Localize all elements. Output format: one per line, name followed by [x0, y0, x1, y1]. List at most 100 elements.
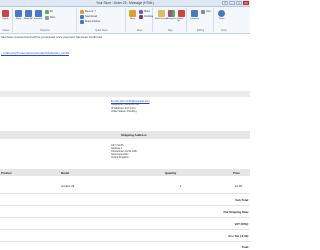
more-label: More: [50, 17, 56, 19]
reply-delete-icon: [80, 20, 84, 24]
minimize-button[interactable]: –: [229, 1, 235, 5]
categorize-icon: [167, 10, 175, 17]
divider: [0, 229, 250, 230]
window-controls: ? – □ ×: [222, 1, 249, 5]
ribbon-group-quick-steps: Move to: ? Team Email Reply & Delete Qui…: [78, 8, 126, 32]
group-label-zoom: Zoom: [221, 30, 227, 32]
ribbon-group-delete: Delete Delete: [0, 8, 13, 32]
zoom-icon: [218, 10, 225, 17]
search-icon: [201, 10, 205, 14]
header-model: Model: [61, 171, 70, 175]
message-text: has been received and will be processed …: [1, 35, 103, 39]
im-label: IM: [50, 11, 53, 13]
forward-button[interactable]: Forward: [34, 10, 42, 20]
reply-button[interactable]: Reply: [15, 10, 22, 20]
table-row: product 29 1 £1.00: [0, 183, 250, 190]
translate-button[interactable]: Translate: [190, 10, 199, 20]
rules-label: Rules: [144, 11, 150, 13]
reply-icon: [15, 10, 22, 17]
vat-label: VAT (20%):: [234, 222, 249, 226]
onenote-button[interactable]: OneNote: [139, 15, 153, 19]
move-to-label: Move to: ?: [85, 11, 96, 13]
onenote-icon: [139, 15, 143, 19]
close-button[interactable]: ×: [243, 1, 249, 5]
follow-up-label: Follow Up: [177, 18, 184, 22]
reply-all-button[interactable]: Reply All: [24, 10, 33, 20]
rules-button[interactable]: Rules: [139, 10, 150, 14]
divider: [0, 217, 250, 218]
group-label-delete: Delete: [2, 30, 10, 32]
maximize-button[interactable]: □: [236, 1, 242, 5]
cell-model: product 29: [61, 184, 75, 188]
cell-price: £1.00: [235, 184, 242, 188]
divider: [0, 193, 250, 194]
delete-label: Delete: [2, 18, 9, 20]
rules-icon: [139, 10, 143, 14]
order-status: Order Status: Pending: [111, 109, 137, 113]
cell-quantity: 1: [180, 184, 182, 188]
delete-button[interactable]: Delete: [2, 10, 9, 20]
move-to-button[interactable]: Move to: ?: [80, 10, 96, 14]
reply-label: Reply: [15, 18, 22, 20]
categorize-label: Categorize: [166, 18, 177, 20]
move-label: Move: [129, 18, 136, 20]
team-email-label: Team Email: [85, 16, 97, 18]
group-label-move: Move: [136, 30, 143, 32]
forward-icon: [34, 10, 42, 17]
window-title: Your Store : Order 29 - Message (HTML): [96, 1, 154, 5]
ribbon-group-respond: Reply Reply All Forward IM More Respond: [14, 8, 77, 32]
order-details-header: [0, 91, 250, 97]
help-button[interactable]: ?: [222, 1, 228, 5]
group-label-respond: Respond: [40, 30, 50, 32]
divider: [0, 205, 250, 206]
divider: [0, 241, 250, 242]
group-label-tags: Tags: [167, 30, 173, 32]
shipping-address-header: Shipping Address: [0, 131, 250, 139]
move-button[interactable]: Move: [129, 10, 136, 20]
header-quantity: Quantity: [165, 171, 177, 175]
header-product: Product: [1, 171, 12, 175]
ribbon-group-tags: Mark Unread Categorize Follow Up Tags: [154, 8, 187, 32]
more-icon: [45, 16, 49, 20]
reply-delete-button[interactable]: Reply & Delete: [80, 20, 100, 24]
im-icon: [45, 10, 49, 14]
move-icon: [129, 10, 136, 17]
ribbon-group-move: Move Rules OneNote Move: [127, 8, 153, 32]
eco-tax-label: Eco Tax (-2.00):: [228, 234, 249, 238]
team-email-icon: [80, 15, 84, 19]
header-price: Price: [233, 171, 240, 175]
sub-total-label: Sub-Total:: [235, 198, 249, 202]
ribbon-group-zoom: Zoom Zoom: [215, 8, 233, 32]
reply-all-icon: [24, 10, 32, 17]
team-email-button[interactable]: Team Email: [80, 15, 97, 19]
onenote-label: OneNote: [144, 16, 154, 18]
ribbon: Delete Delete Reply Reply All Forward IM…: [0, 7, 250, 34]
find-label: Find: [206, 11, 211, 13]
total-label: Total:: [241, 245, 249, 249]
order-link[interactable]: ...index.php?route=account/order/info&or…: [1, 51, 69, 55]
im-button[interactable]: IM: [45, 10, 53, 14]
more-button[interactable]: More: [45, 16, 55, 20]
forward-label: Forward: [34, 18, 43, 20]
translate-icon: [191, 10, 199, 17]
window-title-bar: Your Store : Order 29 - Message (HTML) ?…: [0, 0, 250, 7]
shipping-rate-label: Flat Shipping Rate:: [223, 210, 249, 214]
zoom-label: Zoom: [218, 18, 225, 20]
address-line: United Kingdom: [111, 156, 129, 160]
zoom-button[interactable]: Zoom: [218, 10, 225, 20]
shipping-address: John Smith Address 1 Cheltenham GL50 1AB…: [111, 144, 137, 159]
group-label-quick-steps: Quick Steps: [95, 30, 108, 32]
translate-label: Translate: [190, 18, 200, 20]
envelope-icon: [157, 10, 165, 17]
reply-all-label: Reply All: [24, 18, 33, 20]
group-label-editing: Editing: [196, 30, 205, 32]
delete-icon: [2, 10, 9, 17]
products-table-header: Product Model Quantity Price: [0, 169, 250, 176]
follow-up-button[interactable]: Follow Up: [177, 10, 186, 22]
order-info: E-mail: john.smith@example.com Telephone…: [111, 100, 150, 113]
reply-delete-label: Reply & Delete: [85, 21, 101, 23]
folder-icon: [80, 10, 84, 14]
find-button[interactable]: Find: [201, 10, 210, 14]
categorize-button[interactable]: Categorize: [166, 10, 177, 20]
shipping-address-label: Shipping Address: [121, 133, 147, 137]
